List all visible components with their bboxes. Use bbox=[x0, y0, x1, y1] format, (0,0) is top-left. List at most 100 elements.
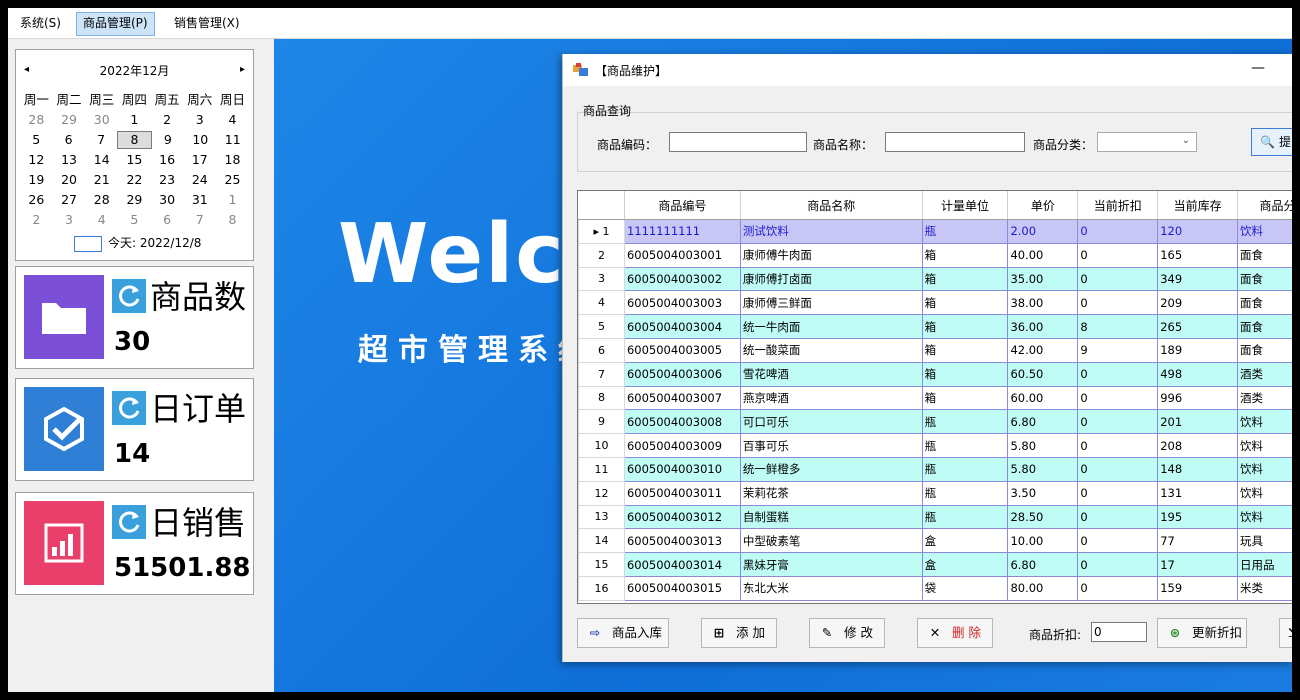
calendar-day[interactable]: 7 bbox=[183, 210, 216, 230]
discount-input[interactable]: 0 bbox=[1091, 622, 1147, 642]
table-row[interactable]: 15 6005004003014 黑妹牙膏盒 6.80 0 17 日用品 bbox=[578, 552, 1292, 577]
calendar-day[interactable]: 6 bbox=[151, 210, 184, 230]
table-row[interactable]: 5 6005004003004 统一牛肉面箱 36.00 8 265 面食 bbox=[578, 314, 1292, 339]
row-number[interactable]: 16 bbox=[578, 575, 625, 601]
table-row[interactable]: 13 6005004003012 自制蛋糕瓶 28.50 0 195 饮料 bbox=[578, 504, 1292, 530]
calendar-next-button[interactable]: ▸ bbox=[240, 64, 245, 75]
calendar-day[interactable]: 20 bbox=[53, 170, 86, 190]
table-row[interactable]: 3 6005004003002 康师傅打卤面箱 35.00 0 349 面食 bbox=[578, 266, 1292, 292]
calendar-day[interactable]: 15 bbox=[118, 150, 151, 170]
row-number[interactable]: 7 bbox=[578, 361, 625, 387]
calendar-day[interactable]: 3 bbox=[53, 210, 86, 230]
table-row[interactable]: 4 6005004003003 康师傅三鲜面箱 38.00 0 209 面食 bbox=[578, 290, 1292, 316]
calendar-day[interactable]: 5 bbox=[118, 210, 151, 230]
calendar-day[interactable]: 24 bbox=[183, 170, 216, 190]
row-number[interactable]: 2 bbox=[578, 242, 625, 268]
calendar-day[interactable]: 30 bbox=[151, 190, 184, 210]
column-header[interactable]: 当前折扣 bbox=[1077, 191, 1159, 220]
calendar-day[interactable]: 14 bbox=[85, 150, 118, 170]
row-number[interactable]: 5 bbox=[578, 314, 625, 339]
calendar-today[interactable]: 今天: 2022/12/8 bbox=[74, 234, 201, 252]
calendar-day[interactable]: 19 bbox=[20, 170, 53, 190]
calendar-day[interactable]: 22 bbox=[118, 170, 151, 190]
dialog-titlebar[interactable]: 【商品维护】 — bbox=[563, 54, 1292, 86]
calendar-day[interactable]: 25 bbox=[216, 170, 249, 190]
table-row[interactable]: 2 6005004003001 康师傅牛肉面箱 40.00 0 165 面食 bbox=[578, 242, 1292, 268]
column-header[interactable]: 商品分 bbox=[1237, 191, 1292, 220]
calendar-day[interactable]: 9 bbox=[152, 130, 184, 150]
delete-button[interactable]: ✕ 删 除 bbox=[917, 618, 993, 648]
column-header[interactable]: 商品名称 bbox=[740, 191, 923, 220]
row-number[interactable]: 11 bbox=[578, 456, 625, 482]
refresh-icon[interactable] bbox=[112, 505, 146, 539]
calendar-day[interactable]: 26 bbox=[20, 190, 53, 210]
table-row[interactable]: 8 6005004003007 燕京啤酒箱 60.00 0 996 酒类 bbox=[578, 385, 1292, 411]
edit-button[interactable]: ✎ 修 改 bbox=[809, 618, 885, 648]
row-number[interactable]: 8 bbox=[578, 385, 625, 411]
calendar-day[interactable]: 30 bbox=[85, 110, 118, 130]
name-input[interactable] bbox=[885, 132, 1025, 152]
row-number[interactable]: 6 bbox=[578, 337, 625, 363]
column-header[interactable]: 计量单位 bbox=[922, 191, 1009, 220]
menu-product-management[interactable]: 商品管理(P) bbox=[76, 12, 155, 36]
calendar-day[interactable]: 6 bbox=[52, 130, 84, 150]
row-number[interactable]: ▸ 1 bbox=[578, 219, 625, 244]
calendar-day[interactable]: 17 bbox=[183, 150, 216, 170]
column-header[interactable]: 商品编号 bbox=[624, 191, 741, 220]
calendar-day[interactable]: 8 bbox=[117, 131, 152, 149]
calendar-day[interactable]: 2 bbox=[20, 210, 53, 230]
product-grid[interactable]: 商品编号 商品名称 计量单位 单价 当前折扣 当前库存 商品分 ▸ 1 1111111111 测… bbox=[577, 190, 1292, 604]
calendar-day[interactable]: 5 bbox=[20, 130, 52, 150]
table-row[interactable]: 9 6005004003008 可口可乐瓶 6.80 0 201 饮料 bbox=[578, 409, 1292, 435]
calendar-day[interactable]: 3 bbox=[183, 110, 216, 130]
calendar-day[interactable]: 28 bbox=[85, 190, 118, 210]
row-number[interactable]: 12 bbox=[578, 480, 625, 506]
calendar-day[interactable]: 7 bbox=[85, 130, 117, 150]
row-number[interactable]: 15 bbox=[578, 552, 625, 577]
stock-in-button[interactable]: ⇨ 商品入库 bbox=[577, 618, 669, 648]
calendar-day[interactable]: 13 bbox=[53, 150, 86, 170]
calendar-day[interactable]: 27 bbox=[53, 190, 86, 210]
table-row[interactable]: 16 6005004003015 东北大米袋 80.00 0 159 米类 bbox=[578, 575, 1292, 601]
row-number[interactable]: 13 bbox=[578, 504, 625, 530]
extra-button[interactable]: ⇲ bbox=[1279, 618, 1292, 648]
calendar-day[interactable]: 1 bbox=[216, 190, 249, 210]
menu-system[interactable]: 系统(S) bbox=[14, 12, 67, 34]
calendar-day[interactable]: 4 bbox=[85, 210, 118, 230]
column-header[interactable]: 当前库存 bbox=[1157, 191, 1239, 220]
row-number[interactable]: 3 bbox=[578, 266, 625, 292]
calendar-day[interactable]: 8 bbox=[216, 210, 249, 230]
query-button[interactable]: 🔍 提 bbox=[1251, 128, 1292, 156]
calendar-day[interactable]: 4 bbox=[216, 110, 249, 130]
calendar-day[interactable]: 10 bbox=[184, 130, 216, 150]
menu-sales-management[interactable]: 销售管理(X) bbox=[168, 12, 246, 34]
refresh-icon[interactable] bbox=[112, 279, 146, 313]
category-select[interactable]: ⌄ bbox=[1097, 132, 1197, 152]
calendar-day[interactable]: 29 bbox=[53, 110, 86, 130]
calendar-day[interactable]: 2 bbox=[151, 110, 184, 130]
row-number[interactable]: 9 bbox=[578, 409, 625, 435]
calendar-day[interactable]: 12 bbox=[20, 150, 53, 170]
calendar-day[interactable]: 23 bbox=[151, 170, 184, 190]
calendar-day[interactable]: 28 bbox=[20, 110, 53, 130]
row-number[interactable]: 4 bbox=[578, 290, 625, 316]
calendar-month-title[interactable]: 2022年12月 bbox=[16, 62, 253, 79]
add-button[interactable]: ⊞ 添 加 bbox=[701, 618, 777, 648]
calendar-day[interactable]: 11 bbox=[217, 130, 249, 150]
calendar-day[interactable]: 31 bbox=[183, 190, 216, 210]
calendar-day[interactable]: 1 bbox=[118, 110, 151, 130]
column-header[interactable]: 单价 bbox=[1007, 191, 1079, 220]
calendar-day[interactable]: 21 bbox=[85, 170, 118, 190]
row-number[interactable]: 10 bbox=[578, 433, 625, 458]
table-row[interactable]: ▸ 1 1111111111 测试饮料瓶 2.00 0 120 饮料 bbox=[578, 219, 1292, 244]
table-row[interactable]: 14 6005004003013 中型破素笔盒 10.00 0 77 玩具 bbox=[578, 528, 1292, 554]
table-row[interactable]: 6 6005004003005 统一酸菜面箱 42.00 9 189 面食 bbox=[578, 337, 1292, 363]
calendar-day[interactable]: 16 bbox=[151, 150, 184, 170]
table-row[interactable]: 12 6005004003011 茉莉花茶瓶 3.50 0 131 饮料 bbox=[578, 480, 1292, 506]
row-number[interactable]: 14 bbox=[578, 528, 625, 554]
code-input[interactable] bbox=[669, 132, 807, 152]
table-row[interactable]: 7 6005004003006 雪花啤酒箱 60.50 0 498 酒类 bbox=[578, 361, 1292, 387]
update-discount-button[interactable]: ⊛ 更新折扣 bbox=[1157, 618, 1247, 648]
minimize-button[interactable]: — bbox=[1251, 60, 1265, 76]
table-row[interactable]: 11 6005004003010 统一鲜橙多瓶 5.80 0 148 饮料 bbox=[578, 456, 1292, 482]
